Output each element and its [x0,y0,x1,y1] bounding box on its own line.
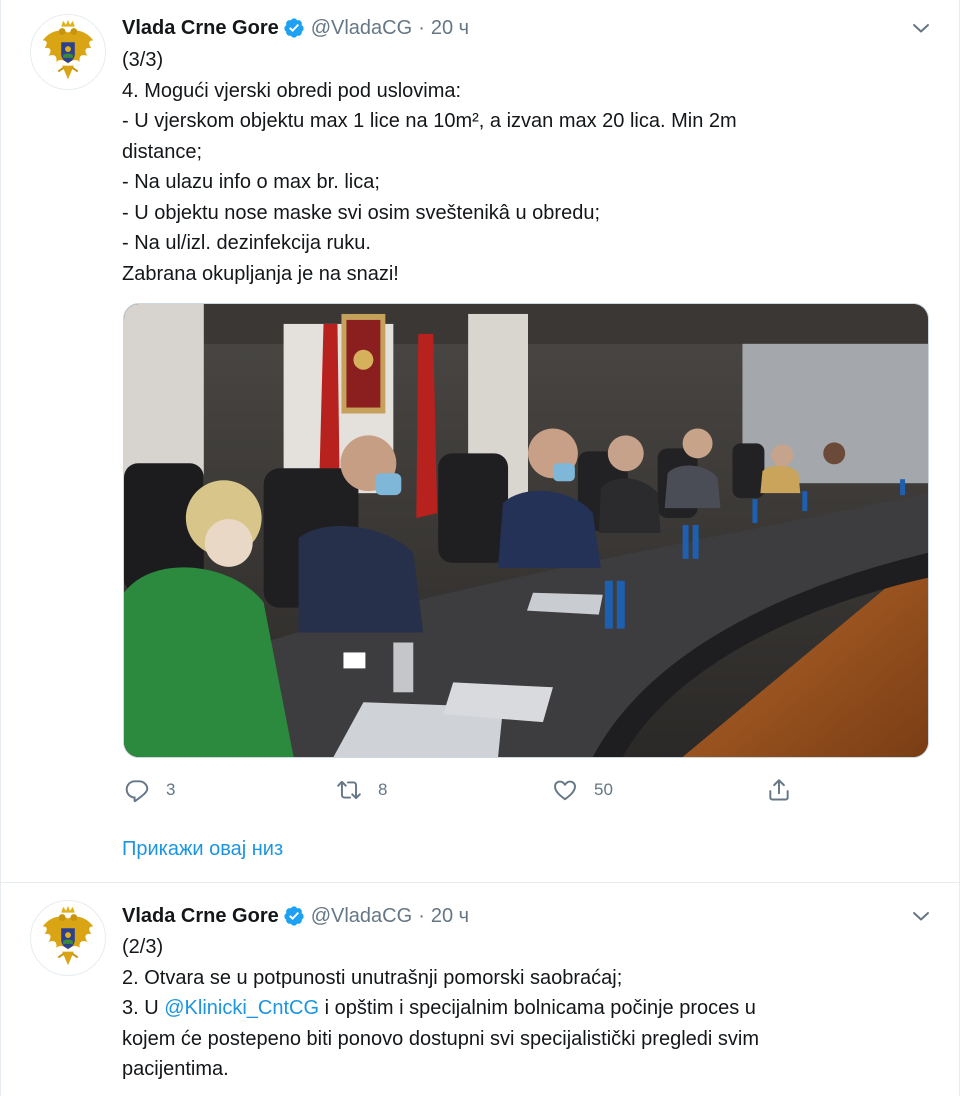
retweet-button[interactable]: 8 [336,774,387,806]
tweet-timestamp[interactable]: 20 ч [431,17,469,40]
tweet-text: (2/3) 2. Otvara se u potpunosti unutrašn… [122,932,929,1085]
text-line: Zabrana okupljanja je na snazi! [122,262,399,285]
tweet-header: Vlada Crne Gore @VladaCG · 20 ч [122,902,939,930]
coat-of-arms-icon [31,15,105,89]
text-line: (3/3) [122,49,164,71]
text-fragment: 3. U [122,997,165,1019]
text-line: - Na ul/izl. dezinfekcija ruku. [122,232,371,254]
reply-count: 3 [166,780,176,799]
verified-badge-icon [283,17,305,39]
text-line: distance; [122,140,203,163]
heart-icon [554,780,576,801]
text-line: - Na ulazu info o max br. lica; [122,171,380,193]
avatar[interactable] [30,900,106,976]
mention-link[interactable]: @Klinicki_CntCG [164,997,319,1019]
tweet-photo[interactable] [123,303,929,758]
tweet-text: (3/3) 4. Mogući vjerski obredi pod uslov… [122,45,929,289]
like-button[interactable]: 50 [552,774,613,806]
separator: · [418,16,425,39]
retweet-count: 8 [378,780,388,799]
chevron-down-icon[interactable] [909,16,933,40]
share-icon [769,779,789,801]
share-button[interactable] [766,774,792,806]
text-line: 4. Mogući vjerski obredi pod uslovima: [122,79,462,102]
chevron-down-icon[interactable] [909,904,933,928]
show-thread-link[interactable]: Прикажи овај низ [122,838,283,861]
text-line: 3. U @Klinicki_CntCG i opštim i specijal… [122,993,929,1024]
display-name[interactable]: Vlada Crne Gore [122,17,279,40]
tweet-actions: 3 8 50 [122,774,822,806]
coat-of-arms-icon [31,901,105,975]
text-fragment: i opštim i specijalnim bolnicama počinje… [319,997,756,1019]
text-line: pacijentima. [122,1058,229,1080]
user-handle[interactable]: @VladaCG [311,905,412,928]
text-line: (2/3) [122,936,164,958]
meeting-photo [124,304,928,757]
like-count: 50 [594,780,613,799]
text-line: 2. Otvara se u potpunosti unutrašnji pom… [122,966,623,989]
text-line: - U vjerskom objektu max 1 lice na 10m²,… [122,110,737,132]
display-name[interactable]: Vlada Crne Gore [122,905,279,928]
text-line: kojem će postepeno biti ponovo dostupni … [122,1027,759,1050]
separator: · [418,904,425,927]
tweet-header: Vlada Crne Gore @VladaCG · 20 ч [122,14,939,42]
tweet-timestamp[interactable]: 20 ч [431,905,469,928]
timeline: Vlada Crne Gore @VladaCG · 20 ч (3/3) 4.… [0,0,960,1096]
retweet-icon [337,780,361,800]
tweet[interactable]: Vlada Crne Gore @VladaCG · 20 ч (2/3) 2.… [1,884,959,1096]
user-handle[interactable]: @VladaCG [311,17,412,40]
reply-icon [125,780,149,803]
tweet[interactable]: Vlada Crne Gore @VladaCG · 20 ч (3/3) 4.… [1,0,959,883]
text-line: - U objektu nose maske svi osim svešteni… [122,201,600,224]
verified-badge-icon [283,905,305,927]
reply-button[interactable]: 3 [124,774,175,806]
avatar[interactable] [30,14,106,90]
